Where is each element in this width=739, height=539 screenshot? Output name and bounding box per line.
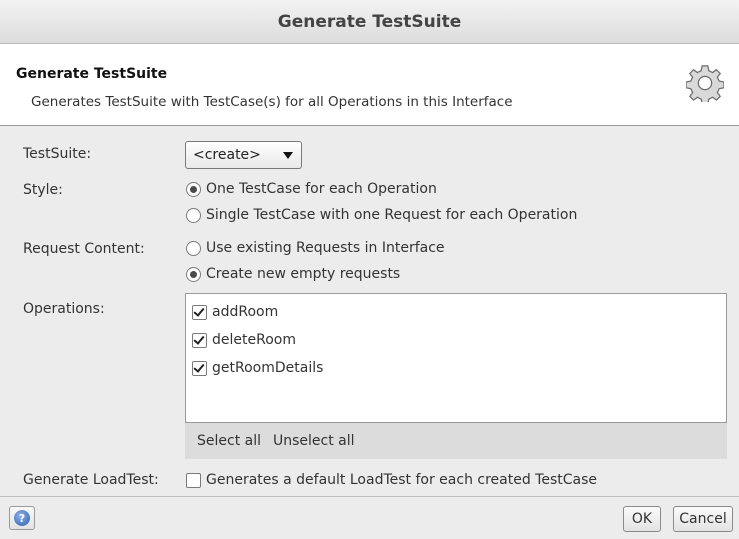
dialog-header: Generate TestSuite Generates TestSuite w… (0, 44, 739, 126)
gear-icon (686, 65, 724, 102)
operation-name: addRoom (212, 304, 279, 320)
header-description: Generates TestSuite with TestCase(s) for… (31, 94, 513, 110)
request-option-label: Use existing Requests in Interface (206, 240, 445, 256)
style-label: Style: (23, 182, 63, 198)
dialog-title: Generate TestSuite (277, 11, 462, 32)
generate-loadtest-option[interactable]: Generates a default LoadTest for each cr… (186, 472, 597, 488)
generate-loadtest-label: Generate LoadTest: (23, 472, 159, 488)
list-item[interactable]: deleteRoom (192, 332, 296, 348)
checkbox[interactable] (186, 472, 201, 488)
dialog-footer: ? OK Cancel (0, 496, 739, 539)
help-button[interactable]: ? (9, 506, 35, 530)
operations-label: Operations: (23, 301, 105, 317)
request-option-label: Create new empty requests (206, 266, 401, 282)
operation-name: getRoomDetails (212, 360, 324, 376)
list-item[interactable]: getRoomDetails (192, 360, 323, 376)
request-content-label: Request Content: (23, 241, 145, 257)
checkbox[interactable] (192, 304, 207, 320)
request-option-use-existing[interactable]: Use existing Requests in Interface (186, 240, 445, 256)
list-item[interactable]: addRoom (192, 304, 278, 320)
select-all-button[interactable]: Select all (197, 433, 261, 449)
style-option-label: One TestCase for each Operation (206, 181, 437, 197)
unselect-all-button[interactable]: Unselect all (273, 433, 355, 449)
chevron-down-icon (283, 152, 293, 159)
radio-button[interactable] (186, 181, 201, 197)
checkbox[interactable] (192, 332, 207, 348)
style-option-single-testcase[interactable]: Single TestCase with one Request for eac… (186, 207, 577, 223)
testsuite-select[interactable]: <create> (185, 141, 302, 169)
header-title: Generate TestSuite (16, 66, 168, 82)
radio-button[interactable] (186, 240, 201, 256)
operations-list[interactable]: addRoom deleteRoom getRoomDetails (185, 293, 727, 423)
style-option-one-testcase[interactable]: One TestCase for each Operation (186, 181, 437, 197)
checkbox[interactable] (192, 360, 207, 376)
testsuite-label: TestSuite: (23, 146, 92, 162)
testsuite-select-value: <create> (193, 147, 261, 163)
radio-button[interactable] (186, 207, 201, 223)
style-option-label: Single TestCase with one Request for eac… (206, 207, 578, 223)
help-icon: ? (14, 510, 30, 526)
operation-name: deleteRoom (212, 332, 296, 348)
request-option-create-new[interactable]: Create new empty requests (186, 266, 400, 282)
cancel-button[interactable]: Cancel (673, 506, 733, 532)
dialog-titlebar: Generate TestSuite (0, 0, 739, 44)
generate-loadtest-text: Generates a default LoadTest for each cr… (206, 472, 597, 488)
radio-button[interactable] (186, 266, 201, 282)
ok-button[interactable]: OK (623, 506, 661, 532)
operations-actions-bar: Select all Unselect all (185, 423, 727, 459)
